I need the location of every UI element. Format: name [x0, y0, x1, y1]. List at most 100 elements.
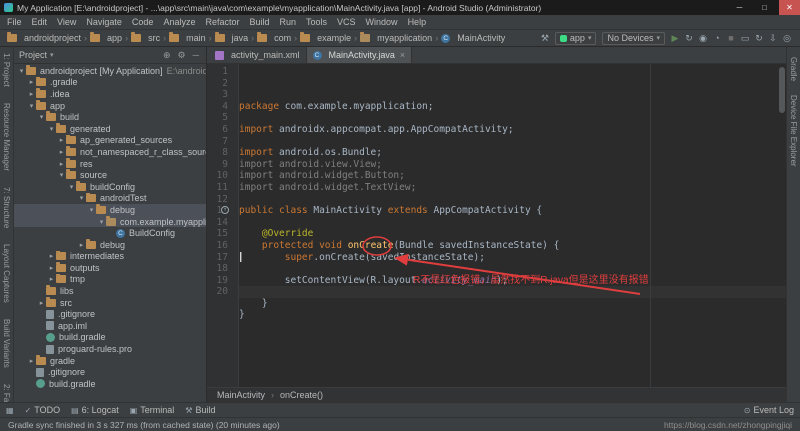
- profile-icon[interactable]: ◔: [710, 33, 724, 43]
- tool-button-7-structure[interactable]: 7: Structure: [2, 187, 11, 228]
- tool-button-2-favorites[interactable]: 2: Favorites: [2, 384, 11, 402]
- tool-button-1-project[interactable]: 1: Project: [2, 53, 11, 87]
- run-icon[interactable]: ▶: [668, 33, 682, 44]
- tool-button-layout-captures[interactable]: Layout Captures: [2, 244, 11, 303]
- tab-activity-main-xml[interactable]: activity_main.xml: [209, 47, 307, 63]
- tree-item-com-example-myapplication[interactable]: ▾com.example.myapplication: [14, 216, 206, 228]
- menu-item-vcs[interactable]: VCS: [332, 17, 361, 27]
- menu-item-analyze[interactable]: Analyze: [158, 17, 200, 27]
- override-method-icon[interactable]: ↑: [221, 206, 229, 214]
- editor[interactable]: 12345678910111213↑14151617181920 package…: [207, 64, 786, 387]
- tree-item-buildconfig[interactable]: ▾buildConfig: [14, 181, 206, 193]
- breadcrumb-myapplication[interactable]: myapplication: [359, 33, 433, 43]
- tree-item-source[interactable]: ▾source: [14, 169, 206, 181]
- apply-changes-icon[interactable]: ↻: [682, 33, 696, 44]
- breadcrumb-app[interactable]: app: [89, 33, 123, 43]
- menu-item-edit[interactable]: Edit: [27, 17, 53, 27]
- tree-item-tmp[interactable]: ▸tmp: [14, 274, 206, 286]
- tree-item-androidtest[interactable]: ▾androidTest: [14, 193, 206, 205]
- tree-item-gradle[interactable]: ▸gradle: [14, 355, 206, 367]
- editor-breadcrumb-oncreate[interactable]: onCreate(): [280, 390, 323, 400]
- chevron-down-icon[interactable]: ▾: [50, 51, 54, 59]
- tool-windows-toggle-icon[interactable]: ▦: [6, 406, 14, 415]
- tree-item-ap-generated-sources[interactable]: ▸ap_generated_sources: [14, 135, 206, 147]
- build-hammer-icon[interactable]: ⚒: [538, 33, 552, 44]
- menu-item-file[interactable]: File: [2, 17, 27, 27]
- menu-item-build[interactable]: Build: [244, 17, 274, 27]
- folder-icon: [169, 34, 179, 42]
- breadcrumb-androidproject[interactable]: androidproject: [6, 33, 82, 43]
- tree-item-gitignore[interactable]: .gitignore: [14, 308, 206, 320]
- editor-breadcrumb-mainactivity[interactable]: MainActivity: [217, 390, 265, 400]
- tree-item-gradle[interactable]: ▸.gradle: [14, 77, 206, 89]
- menu-item-tools[interactable]: Tools: [301, 17, 332, 27]
- project-panel-title[interactable]: Project: [19, 50, 47, 60]
- tool-button-build-variants[interactable]: Build Variants: [2, 319, 11, 368]
- menu-item-view[interactable]: View: [52, 17, 81, 27]
- tree-item-build-gradle[interactable]: build.gradle: [14, 378, 206, 390]
- maximize-button[interactable]: □: [754, 0, 775, 15]
- tree-item-app[interactable]: ▾app: [14, 100, 206, 112]
- tool-button-resource-manager[interactable]: Resource Manager: [2, 103, 11, 171]
- todo-icon: ✓: [25, 406, 32, 415]
- tree-item-build[interactable]: ▾build: [14, 111, 206, 123]
- editor-scrollbar[interactable]: [779, 67, 785, 113]
- expand-arrow-icon: ▾: [97, 218, 106, 226]
- tree-item-debug[interactable]: ▾debug: [14, 204, 206, 216]
- breadcrumb-main[interactable]: main: [168, 33, 207, 43]
- close-icon[interactable]: ×: [400, 50, 405, 60]
- tab-mainactivity-java[interactable]: MainActivity.java×: [307, 47, 413, 63]
- tree-item-libs[interactable]: libs: [14, 285, 206, 297]
- breadcrumb-example[interactable]: example: [299, 33, 352, 43]
- tree-item-generated[interactable]: ▾generated: [14, 123, 206, 135]
- menu-item-refactor[interactable]: Refactor: [200, 17, 244, 27]
- tree-item-res[interactable]: ▸res: [14, 158, 206, 170]
- code-area[interactable]: package com.example.myapplication;import…: [239, 64, 786, 387]
- tree-item-intermediates[interactable]: ▸intermediates: [14, 251, 206, 263]
- tree-item-androidproject-my-application[interactable]: ▾androidproject [My Application]E:\andro…: [14, 65, 206, 77]
- locate-file-icon[interactable]: ⊕: [161, 50, 173, 61]
- tree-item-buildconfig[interactable]: BuildConfig: [14, 227, 206, 239]
- tree-item-debug[interactable]: ▸debug: [14, 239, 206, 251]
- tree-item-gitignore[interactable]: .gitignore: [14, 366, 206, 378]
- breadcrumb-java[interactable]: java: [214, 33, 250, 43]
- tool-button-terminal[interactable]: ▣Terminal: [130, 405, 175, 415]
- tree-item-build-gradle[interactable]: build.gradle: [14, 332, 206, 344]
- tree-item-proguard-rules-pro[interactable]: proguard-rules.pro: [14, 343, 206, 355]
- close-button[interactable]: ✕: [779, 0, 800, 15]
- menu-item-window[interactable]: Window: [361, 17, 403, 27]
- hide-panel-icon[interactable]: ─: [191, 50, 201, 60]
- tree-item-app-iml[interactable]: app.iml: [14, 320, 206, 332]
- breadcrumb-mainactivity[interactable]: MainActivity: [440, 33, 506, 43]
- tool-button-gradle[interactable]: Gradle: [789, 57, 798, 81]
- expand-arrow-icon: ▾: [27, 102, 36, 110]
- menu-item-navigate[interactable]: Navigate: [81, 17, 127, 27]
- tool-button-6-logcat[interactable]: ▤6: Logcat: [71, 405, 119, 415]
- device-select[interactable]: No Devices▾: [602, 32, 665, 45]
- tree-item-idea[interactable]: ▸.idea: [14, 88, 206, 100]
- tool-button-todo[interactable]: ✓TODO: [25, 405, 61, 415]
- menu-item-run[interactable]: Run: [275, 17, 302, 27]
- device-manager-icon[interactable]: ▭: [738, 33, 752, 44]
- sdk-manager-icon[interactable]: ⇩: [766, 33, 780, 44]
- tool-button-device-file-explorer[interactable]: Device File Explorer: [789, 95, 798, 167]
- stop-icon[interactable]: ■: [724, 33, 738, 43]
- breadcrumb-com[interactable]: com: [256, 33, 292, 43]
- minimize-button[interactable]: ─: [729, 0, 750, 15]
- tree-item-outputs[interactable]: ▸outputs: [14, 262, 206, 274]
- breadcrumb-src[interactable]: src: [130, 33, 161, 43]
- menu-item-help[interactable]: Help: [403, 17, 432, 27]
- tree-item-not-namespaced-r-class-sources[interactable]: ▸not_namespaced_r_class_sources: [14, 146, 206, 158]
- tree-item-src[interactable]: ▸src: [14, 297, 206, 309]
- event-log-button[interactable]: ⊙ Event Log: [744, 405, 794, 415]
- run-configuration-select[interactable]: app▾: [555, 32, 597, 45]
- debug-icon[interactable]: ◉: [696, 33, 710, 44]
- sync-project-icon[interactable]: ↻: [752, 33, 766, 44]
- menu-item-code[interactable]: Code: [127, 17, 159, 27]
- line-number: 3: [207, 89, 228, 101]
- gear-icon[interactable]: ⚙: [176, 50, 188, 61]
- status-bar: Gradle sync finished in 3 s 327 ms (from…: [0, 417, 800, 431]
- search-everywhere-icon[interactable]: ◎: [780, 33, 794, 44]
- editor-gutter[interactable]: 12345678910111213↑14151617181920: [207, 64, 239, 387]
- tool-button-build[interactable]: ⚒Build: [185, 405, 215, 415]
